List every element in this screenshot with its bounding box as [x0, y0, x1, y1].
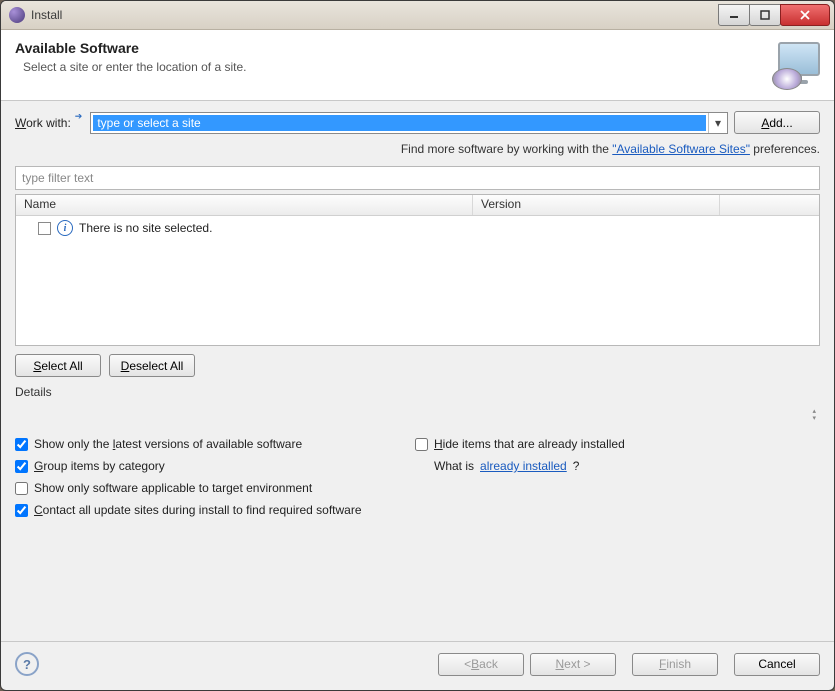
page-title: Available Software: [15, 40, 772, 56]
minimize-button[interactable]: [718, 4, 750, 26]
chevron-down-icon[interactable]: ▾: [708, 113, 727, 133]
already-installed-link[interactable]: already installed: [480, 459, 567, 473]
col-version[interactable]: Version: [473, 195, 720, 215]
opt-hide[interactable]: Hide items that are already installed: [415, 437, 820, 451]
deselect-all-button[interactable]: Deselect All: [109, 354, 195, 377]
software-table[interactable]: Name Version i There is no site selected…: [15, 194, 820, 346]
available-sites-link[interactable]: "Available Software Sites": [612, 142, 750, 156]
table-header: Name Version: [16, 195, 819, 216]
col-extra[interactable]: [720, 195, 819, 215]
details-label: Details: [15, 385, 820, 399]
back-button[interactable]: < Back: [438, 653, 524, 676]
empty-message: There is no site selected.: [79, 221, 212, 235]
add-button[interactable]: Add...: [734, 111, 820, 134]
install-dialog: Install Available Software Select a site…: [0, 0, 835, 691]
opt-group[interactable]: Group items by category: [15, 459, 415, 473]
next-button[interactable]: Next >: [530, 653, 616, 676]
opt-latest[interactable]: Show only the latest versions of availab…: [15, 437, 415, 451]
info-icon: i: [57, 220, 73, 236]
close-button[interactable]: [780, 4, 830, 26]
filter-placeholder: type filter text: [22, 171, 93, 185]
titlebar[interactable]: Install: [1, 1, 834, 30]
select-all-button[interactable]: Select All: [15, 354, 101, 377]
sites-hint: Find more software by working with the "…: [15, 142, 820, 156]
details-spinner[interactable]: ▴▾: [812, 408, 816, 422]
info-marker-icon: ➔: [75, 111, 83, 122]
table-row: i There is no site selected.: [24, 220, 811, 236]
opt-target[interactable]: Show only software applicable to target …: [15, 481, 415, 495]
row-checkbox[interactable]: [38, 222, 51, 235]
cancel-button[interactable]: Cancel: [734, 653, 820, 676]
finish-button[interactable]: Finish: [632, 653, 718, 676]
work-with-combo[interactable]: type or select a site ▾: [90, 112, 728, 134]
already-installed-hint: What is already installed?: [415, 459, 820, 473]
details-area: ▴▾: [15, 401, 820, 429]
app-icon: [9, 7, 25, 23]
help-icon[interactable]: ?: [15, 652, 39, 676]
filter-input[interactable]: type filter text: [15, 166, 820, 190]
work-with-label: Work with:: [15, 116, 71, 130]
wizard-header: Available Software Select a site or ente…: [1, 30, 834, 101]
opt-contact[interactable]: Contact all update sites during install …: [15, 503, 415, 517]
button-bar: ? < Back Next > Finish Cancel: [1, 641, 834, 690]
window-title: Install: [31, 8, 719, 22]
page-subtitle: Select a site or enter the location of a…: [15, 60, 772, 74]
install-icon: [772, 40, 820, 88]
col-name[interactable]: Name: [16, 195, 473, 215]
work-with-value: type or select a site: [93, 115, 706, 131]
maximize-button[interactable]: [749, 4, 781, 26]
